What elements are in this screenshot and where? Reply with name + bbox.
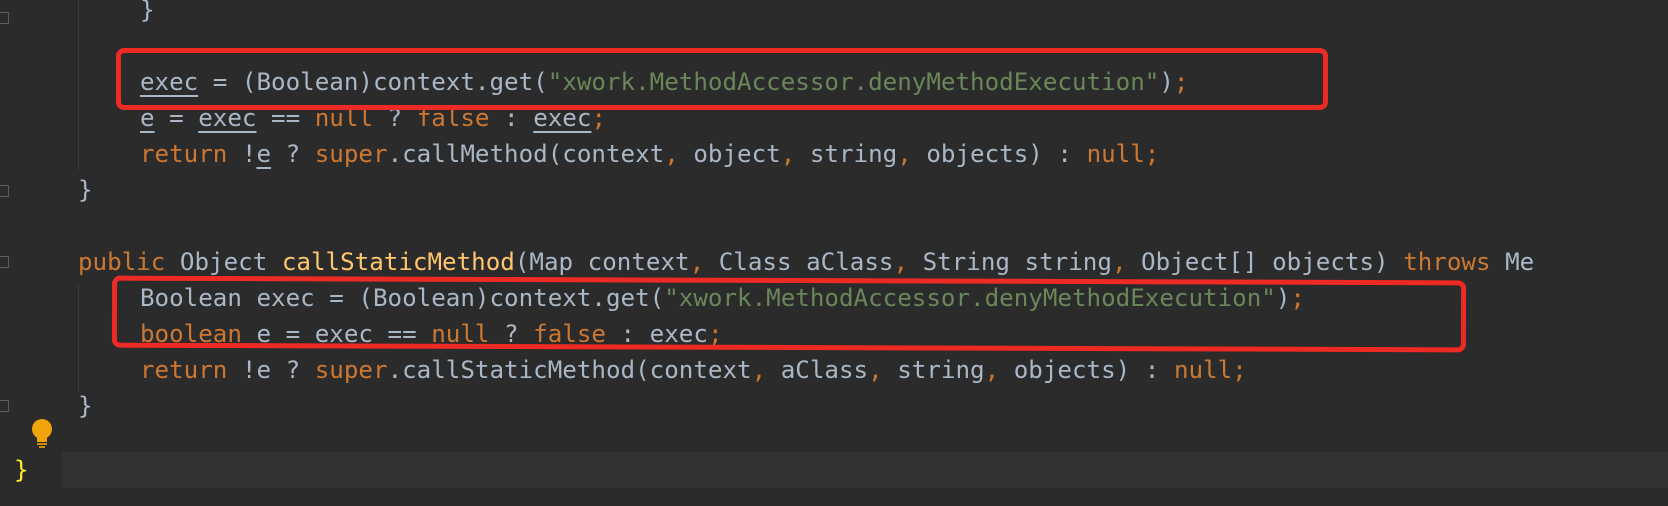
code-token: , [751,356,767,384]
lightbulb-icon[interactable] [30,418,54,448]
code-token: aClass [766,356,869,384]
code-token: , [664,140,679,168]
code-token: ? [271,140,315,168]
code-token: Object [165,248,282,276]
fold-marker-icon[interactable] [0,185,9,197]
code-line-8: public Object callStaticMethod(Map conte… [78,244,1534,280]
code-token: Object[] objects) [1126,248,1404,276]
code-token: .callStaticMethod(context [387,356,752,384]
code-token: e [256,140,272,168]
fold-marker-icon[interactable] [0,256,9,268]
code-token: objects) : [999,356,1174,384]
code-token: null; [1086,140,1160,168]
code-token: return [140,140,228,168]
code-token: null; [1173,356,1247,384]
code-line-13: } [14,452,29,488]
code-token: String string [908,248,1112,276]
code-token: return [140,356,228,384]
code-token: callStaticMethod [281,248,515,276]
code-token: public [78,248,166,276]
fold-marker-icon[interactable] [0,12,9,24]
code-token: throws [1403,248,1491,276]
indent-guide [78,284,79,392]
code-line-5: return !e ? super.callMethod(context, ob… [140,136,1159,172]
code-token: ! [227,140,257,168]
code-token: } [78,392,93,420]
code-token: } [14,456,29,484]
code-line-12: } [78,388,93,424]
code-token: .callMethod(context [387,140,665,168]
code-token: !e ? [227,356,315,384]
code-token: , [897,140,912,168]
code-token: Me [1490,248,1535,276]
current-line-highlight [0,452,1668,488]
code-token: Class aClass [704,248,894,276]
annotation-box-top [116,48,1328,110]
code-token: } [140,0,155,24]
indent-guide [78,0,79,170]
code-token: string [795,140,898,168]
code-line-6: } [78,172,93,208]
code-token: } [78,176,93,204]
code-token: super [314,356,388,384]
code-token: objects) : [911,140,1087,168]
code-line-11: return !e ? super.callStaticMethod(conte… [140,352,1247,388]
code-token: , [868,356,883,384]
code-token: , [984,356,1000,384]
annotation-box-bottom [111,275,1467,353]
code-token: , [1111,248,1127,276]
fold-marker-icon[interactable] [0,400,9,412]
code-token: , [689,248,705,276]
code-token: super [314,140,388,168]
code-token: , [780,140,796,168]
code-token: , [893,248,909,276]
code-token: string [882,356,985,384]
code-line-1: } [140,0,155,28]
code-token: (Map context [514,248,690,276]
code-token: object [678,140,781,168]
